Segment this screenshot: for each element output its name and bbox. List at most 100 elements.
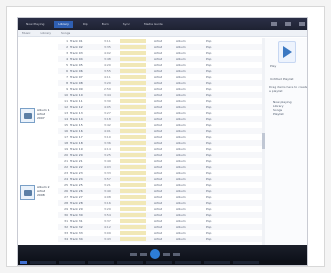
track-number: 27: [64, 195, 68, 199]
track-artist: Artist: [154, 45, 163, 49]
maximize-button[interactable]: [285, 22, 291, 26]
track-title: Track 14: [70, 117, 83, 121]
track-title: Track 32: [70, 225, 83, 229]
rating-stars[interactable]: [120, 111, 146, 115]
rating-stars[interactable]: [120, 51, 146, 55]
play-icon[interactable]: [278, 41, 296, 63]
taskbar-item[interactable]: [88, 261, 114, 264]
rating-stars[interactable]: [120, 213, 146, 217]
track-album: Album: [176, 207, 186, 211]
track-title: Track 26: [70, 189, 83, 193]
toolbar-item-songs[interactable]: Songs: [61, 31, 70, 35]
rating-stars[interactable]: [120, 195, 146, 199]
track-genre: Pop: [206, 45, 212, 49]
tab-burn[interactable]: Burn: [98, 21, 113, 28]
rating-stars[interactable]: [120, 237, 146, 241]
rating-stars[interactable]: [120, 75, 146, 79]
tab-sync[interactable]: Sync: [119, 21, 134, 28]
track-title: Track 34: [70, 237, 83, 241]
tab-media-guide[interactable]: Media Guide: [140, 21, 167, 28]
tab-library[interactable]: Library: [54, 20, 73, 28]
track-album: Album: [176, 87, 186, 91]
rating-stars[interactable]: [120, 153, 146, 157]
rating-stars[interactable]: [120, 81, 146, 85]
track-length: 4:03: [104, 165, 111, 169]
rating-stars[interactable]: [120, 87, 146, 91]
close-button[interactable]: [299, 22, 305, 26]
minimize-button[interactable]: [271, 22, 277, 26]
next-button[interactable]: [163, 252, 170, 256]
rating-stars[interactable]: [120, 225, 146, 229]
rating-stars[interactable]: [120, 147, 146, 151]
rating-stars[interactable]: [120, 135, 146, 139]
rating-stars[interactable]: [120, 123, 146, 127]
rating-stars[interactable]: [120, 177, 146, 181]
track-artist: Artist: [154, 99, 163, 103]
tab-now-playing[interactable]: Now Playing: [22, 21, 48, 28]
track-genre: Pop: [206, 75, 212, 79]
play-button[interactable]: [150, 249, 160, 259]
scroll-thumb[interactable]: [262, 133, 265, 149]
toolbar-item-music[interactable]: Music: [22, 31, 31, 35]
taskbar-item[interactable]: [59, 261, 85, 264]
rating-stars[interactable]: [120, 63, 146, 67]
right-panel-items: Now playing Library Songs Playlist: [273, 100, 303, 120]
track-length: 3:49: [104, 159, 111, 163]
rating-stars[interactable]: [120, 171, 146, 175]
rating-stars[interactable]: [120, 201, 146, 205]
rating-stars[interactable]: [120, 141, 146, 145]
rating-stars[interactable]: [120, 117, 146, 121]
album-block-2[interactable]: Album 2 Artist 2008: [20, 185, 56, 211]
track-row[interactable]: 34 Track 34 3:43 Artist Album Pop: [58, 236, 263, 242]
rating-stars[interactable]: [120, 69, 146, 73]
rating-stars[interactable]: [120, 219, 146, 223]
track-album: Album: [176, 237, 186, 241]
rating-stars[interactable]: [120, 105, 146, 109]
track-number: 24: [64, 177, 68, 181]
rating-stars[interactable]: [120, 57, 146, 61]
tab-rip[interactable]: Rip: [79, 21, 92, 28]
rating-stars[interactable]: [120, 93, 146, 97]
track-genre: Pop: [206, 141, 212, 145]
track-album: Album: [176, 177, 186, 181]
track-number: 23: [64, 171, 68, 175]
track-artist: Artist: [154, 51, 163, 55]
taskbar-item[interactable]: [117, 261, 143, 264]
track-artist: Artist: [154, 225, 163, 229]
rating-stars[interactable]: [120, 165, 146, 169]
rating-stars[interactable]: [120, 39, 146, 43]
track-length: 4:11: [104, 75, 111, 79]
toolbar-item-library[interactable]: Library: [41, 31, 52, 35]
rating-stars[interactable]: [120, 129, 146, 133]
rating-stars[interactable]: [120, 189, 146, 193]
stop-button[interactable]: [130, 252, 137, 256]
rating-stars[interactable]: [120, 231, 146, 235]
track-genre: Pop: [206, 129, 212, 133]
track-artist: Artist: [154, 75, 163, 79]
right-item-4[interactable]: Playlist: [273, 112, 303, 116]
taskbar-item[interactable]: [146, 261, 172, 264]
taskbar-item[interactable]: [204, 261, 230, 264]
track-album: Album: [176, 63, 186, 67]
track-length: 3:57: [104, 177, 111, 181]
rating-stars[interactable]: [120, 99, 146, 103]
start-button[interactable]: [20, 261, 27, 264]
playback-controls: [130, 249, 180, 259]
track-title: Track 03: [70, 51, 83, 55]
taskbar-item[interactable]: [233, 261, 259, 264]
track-genre: Pop: [206, 231, 212, 235]
taskbar-item[interactable]: [175, 261, 201, 264]
scrollbar[interactable]: [262, 38, 265, 246]
rating-stars[interactable]: [120, 45, 146, 49]
taskbar-item[interactable]: [30, 261, 56, 264]
playlist-info: Drag items here to create a playlist: [269, 85, 308, 93]
rating-stars[interactable]: [120, 183, 146, 187]
rating-stars[interactable]: [120, 207, 146, 211]
track-genre: Pop: [206, 201, 212, 205]
track-genre: Pop: [206, 63, 212, 67]
previous-button[interactable]: [140, 252, 147, 256]
volume-button[interactable]: [173, 252, 180, 256]
album-block-1[interactable]: Album 1 Artist 2007: [20, 108, 56, 134]
track-artist: Artist: [154, 219, 163, 223]
rating-stars[interactable]: [120, 159, 146, 163]
